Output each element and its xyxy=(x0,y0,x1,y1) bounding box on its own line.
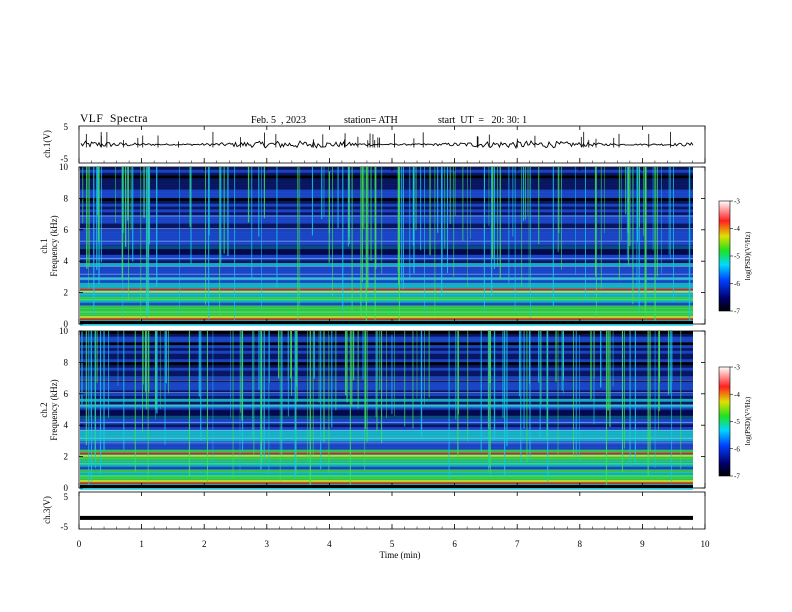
x-tick-label: 0 xyxy=(77,539,82,549)
ch1-spec-ytick: 10 xyxy=(59,162,69,172)
spec-line xyxy=(80,316,693,318)
ch1-ylabel: ch.1(V) xyxy=(42,130,52,158)
ch2-cb-tick: -5 xyxy=(734,418,740,426)
ch1-cb-tick: -4 xyxy=(734,225,740,233)
ch2-spec-ylabel-2: Frequency (kHz) xyxy=(49,379,59,440)
spec-line xyxy=(80,298,693,301)
spec-hline xyxy=(80,442,693,444)
ch2-cb-tick: -3 xyxy=(734,364,740,372)
spec-line xyxy=(80,452,693,455)
spec-line xyxy=(80,311,693,314)
ch2-spec-ytick: 6 xyxy=(64,389,69,399)
ch2-colorbar-label: log(PSD)(V²/Hz) xyxy=(744,396,752,445)
ch1-cb-tick: -7 xyxy=(734,308,740,316)
ch1-ytick-top: 5 xyxy=(64,122,69,132)
x-tick-label: 4 xyxy=(327,539,332,549)
ch3-waveform-line xyxy=(80,515,693,520)
spec-line xyxy=(80,482,693,485)
x-axis-label: Time (min) xyxy=(380,550,421,560)
ch3-ytick-bottom: -5 xyxy=(61,522,69,532)
ch1-cb-tick: -6 xyxy=(734,280,740,288)
spec-line xyxy=(80,462,693,465)
x-tick-label: 1 xyxy=(139,539,144,549)
spec-line xyxy=(80,318,693,321)
x-tick-label: 3 xyxy=(265,539,270,549)
ch1-colorbar xyxy=(718,200,731,312)
ch1-cb-tick: -5 xyxy=(734,253,740,261)
spec-bottom xyxy=(80,485,693,488)
spec-line xyxy=(80,480,693,482)
spec-hline xyxy=(80,429,693,431)
ch3-ytick-top: 5 xyxy=(64,492,69,502)
ch2-cb-tick: -7 xyxy=(734,473,740,481)
ch2-colorbar xyxy=(718,366,731,477)
ch2-spec-ytick: 2 xyxy=(64,452,69,462)
ch2-spec-ylabel-1: ch.2 xyxy=(39,402,49,417)
x-tick-label: 7 xyxy=(515,539,520,549)
spec-hline xyxy=(80,422,693,423)
spec-line xyxy=(80,291,693,293)
ch2-cb-tick: -4 xyxy=(734,391,740,399)
spec-bottom xyxy=(80,321,693,324)
x-tick-label: 2 xyxy=(202,539,207,549)
ch2-spec-ytick: 4 xyxy=(64,420,69,430)
ch2-spec-ytick: 8 xyxy=(64,357,69,367)
x-tick-label: 10 xyxy=(701,539,711,549)
spec-line xyxy=(80,475,693,478)
ch1-colorbar-label: log(PSD)(V²/Hz) xyxy=(744,231,752,280)
ch3-waveform-frame xyxy=(78,491,706,530)
ch1-spectrogram xyxy=(80,167,693,326)
spec-hline xyxy=(80,437,693,439)
x-tick-label: 5 xyxy=(390,539,395,549)
vlf-figure: 5 -5 ch.1(V) 1086420 1086420 ch.1 Freque… xyxy=(39,122,752,560)
ch3-trace xyxy=(80,515,693,520)
ch1-spec-ytick: 8 xyxy=(64,193,69,203)
ch1-spec-ylabel-1: ch.1 xyxy=(39,238,49,253)
ch1-spec-ytick: 2 xyxy=(64,288,69,298)
ch2-spectrogram xyxy=(80,331,693,490)
x-tick-label: 9 xyxy=(640,539,645,549)
ch2-cb-tick: -6 xyxy=(734,445,740,453)
ch1-spec-ylabel-2: Frequency (kHz) xyxy=(49,215,59,276)
x-tick-label: 8 xyxy=(578,539,583,549)
ch1-spec-ytick: 4 xyxy=(64,256,69,266)
ch2-spec-ytick: 10 xyxy=(59,326,69,336)
spec-line xyxy=(80,455,693,457)
ch1-spec-ytick: 6 xyxy=(64,225,69,235)
x-tick-label: 6 xyxy=(452,539,457,549)
ch1-cb-tick: -3 xyxy=(734,198,740,206)
ch3-ylabel: ch.3(V) xyxy=(42,496,52,524)
